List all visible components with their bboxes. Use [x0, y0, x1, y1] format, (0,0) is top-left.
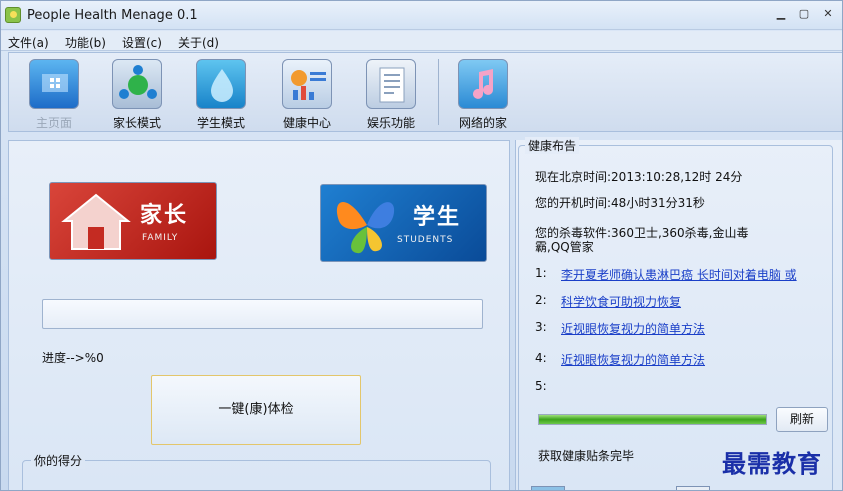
taskbar-app-icon[interactable] [676, 486, 710, 490]
antivirus-text: 您的杀毒软件:360卫士,360杀毒,金山毒霸,QQ管家 [535, 226, 749, 254]
monitor-icon [29, 59, 79, 109]
app-window: People Health Menage 0.1 ▁ ▢ ✕ 文件(a) 功能(… [0, 0, 843, 491]
tool-home-label: 主页面 [35, 116, 72, 130]
taskbar-app-icon[interactable] [531, 486, 565, 490]
parent-mode-banner[interactable]: 家长 FAMILY [49, 182, 217, 260]
uptime-text: 您的开机时间:48小时31分31秒 [535, 196, 705, 210]
one-click-checkup-button[interactable]: 一键(康)体检 [151, 375, 361, 445]
app-heart-icon [5, 7, 21, 23]
tool-home-button[interactable]: 主页面 [19, 57, 89, 131]
news-link-2[interactable]: 科学饮食可助视力恢复 [561, 293, 681, 310]
dashboard-icon [282, 59, 332, 109]
health-notice-groupbox: 健康布告 现在北京时间:2013:10:28,12时 24分 您的开机时间:48… [518, 137, 833, 490]
tool-health-center-button[interactable]: 健康中心 [272, 57, 342, 131]
tool-network-home-button[interactable]: 网络的家 [448, 57, 518, 131]
checkup-progress-bar [42, 299, 483, 329]
health-notice-panel: 健康布告 现在北京时间:2013:10:28,12时 24分 您的开机时间:48… [515, 137, 842, 490]
tool-student-mode-label: 学生模式 [196, 116, 245, 130]
toolbar-separator [438, 59, 439, 125]
window-title: People Health Menage 0.1 [27, 8, 198, 23]
tool-health-center-label: 健康中心 [282, 116, 331, 130]
house-icon [61, 193, 131, 250]
minimize-button[interactable]: ▁ [773, 7, 789, 21]
news-number: 5: [535, 379, 547, 393]
menu-about[interactable]: 关于(d) [178, 34, 219, 51]
news-number: 2: [535, 293, 547, 307]
parent-banner-subtitle: FAMILY [142, 233, 179, 243]
news-number: 1: [535, 266, 547, 280]
news-number: 4: [535, 351, 547, 365]
news-link-1[interactable]: 李开夏老师确认患淋巴癌 长时间对着电脑 或 [561, 266, 797, 283]
score-groupbox: 你的得分 [22, 452, 491, 490]
news-link-4[interactable]: 近视眼恢复视力的简单方法 [561, 351, 705, 368]
health-notice-title: 健康布告 [525, 137, 580, 154]
document-icon [366, 59, 416, 109]
tool-entertainment-label: 娱乐功能 [366, 116, 415, 130]
title-bar[interactable]: People Health Menage 0.1 ▁ ▢ ✕ [1, 1, 842, 30]
tool-network-home-label: 网络的家 [458, 116, 507, 130]
progress-label: 进度-->%0 [42, 351, 104, 365]
news-number: 3: [535, 320, 547, 334]
menu-settings[interactable]: 设置(c) [122, 34, 162, 51]
menu-bar: 文件(a) 功能(b) 设置(c) 关于(d) [1, 31, 842, 51]
student-banner-subtitle: STUDENTS [397, 235, 454, 245]
fetch-status-text: 获取健康贴条完毕 [538, 449, 635, 463]
menu-function[interactable]: 功能(b) [65, 34, 106, 51]
watermark-text: 最需教育 [722, 449, 822, 478]
tool-student-mode-button[interactable]: 学生模式 [186, 57, 256, 131]
mode-panel: 家长 FAMILY 学生 STUDENTS 进度-->%0 一键(康)体检 你的… [8, 140, 510, 490]
beijing-time-text: 现在北京时间:2013:10:28,12时 24分 [535, 170, 743, 184]
fetch-progress-fill [539, 415, 766, 424]
music-icon [458, 59, 508, 109]
close-button[interactable]: ✕ [820, 7, 836, 21]
menu-file[interactable]: 文件(a) [8, 34, 49, 51]
parent-banner-title: 家长 [140, 203, 189, 228]
tool-parent-mode-button[interactable]: 家长模式 [102, 57, 172, 131]
tool-parent-mode-label: 家长模式 [112, 116, 161, 130]
drop-icon [196, 59, 246, 109]
maximize-button[interactable]: ▢ [796, 7, 812, 21]
news-link-3[interactable]: 近视眼恢复视力的简单方法 [561, 320, 705, 337]
tool-entertainment-button[interactable]: 娱乐功能 [356, 57, 426, 131]
student-banner-title: 学生 [413, 205, 462, 230]
student-mode-banner[interactable]: 学生 STUDENTS [320, 184, 487, 262]
refresh-button[interactable]: 刷新 [776, 407, 828, 432]
network-icon [112, 59, 162, 109]
toolbar: 主页面 家长模式 学生模式 健康中心 娱乐功能 网络的家 [8, 52, 842, 132]
butterfly-icon [336, 201, 395, 254]
fetch-progress-bar [538, 414, 767, 425]
score-title: 你的得分 [31, 452, 86, 469]
